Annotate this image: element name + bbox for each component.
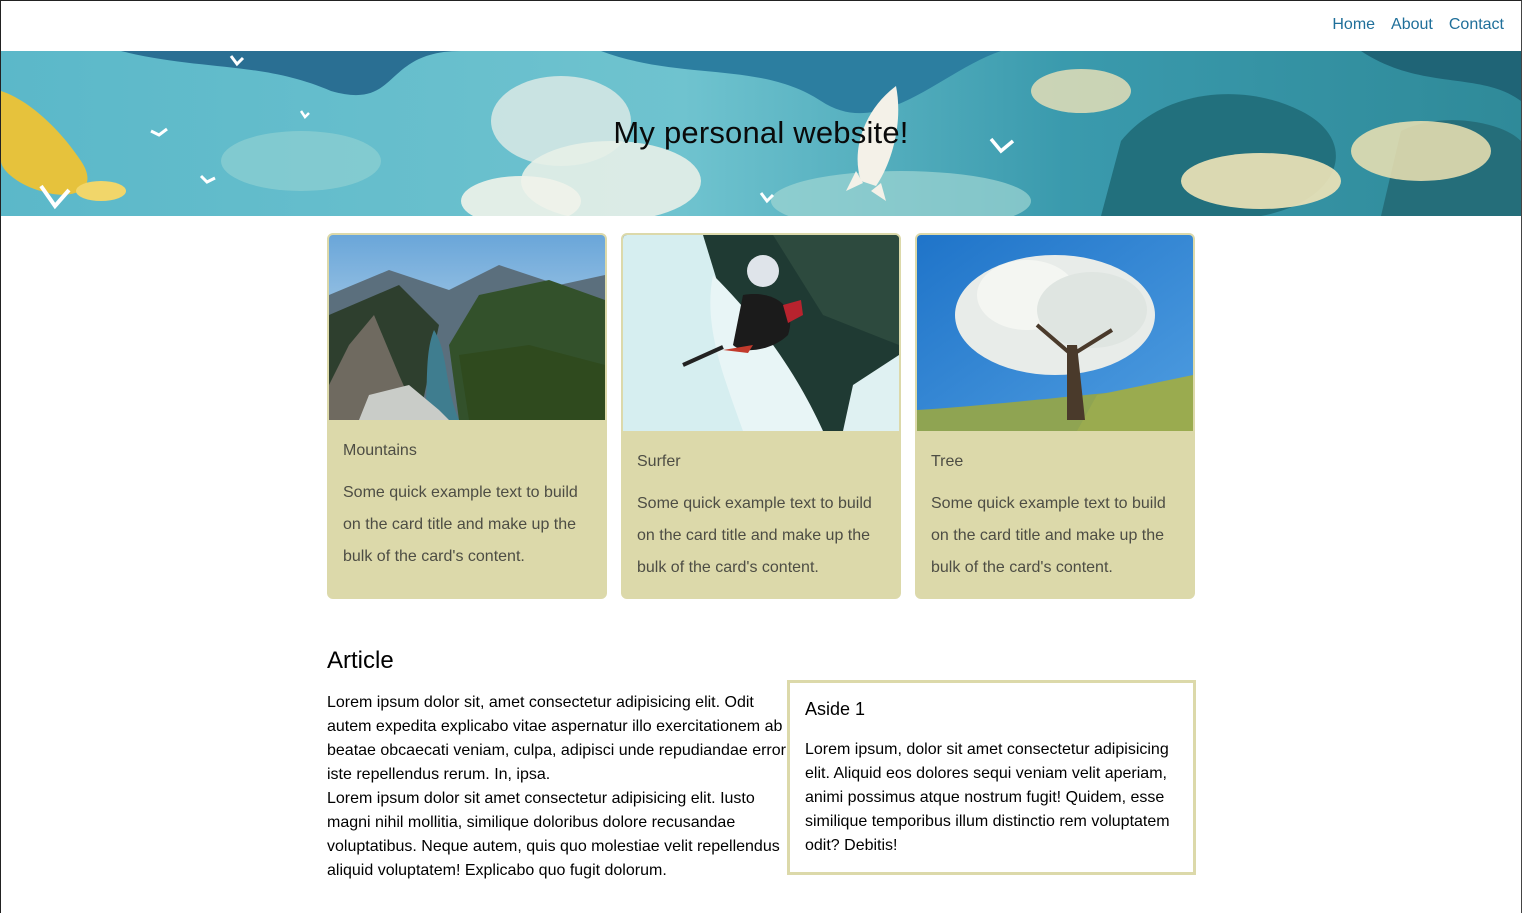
card-tree: Tree Some quick example text to build on… [915,233,1195,599]
card-title: Mountains [343,442,417,459]
article-paragraph: Lorem ipsum dolor sit, amet consectetur … [327,694,786,783]
nav-list: Home About Contact [1332,16,1504,34]
aside-title: Aside 1 [805,699,866,719]
card-text: Some quick example text to build on the … [637,495,872,576]
article-heading: Article [327,647,394,674]
card-image-surfer [623,235,899,431]
top-nav: Home About Contact [1,1,1521,51]
hero-title: My personal website! [613,115,909,150]
nav-link-home[interactable]: Home [1332,16,1375,33]
card-grid: Mountains Some quick example text to bui… [327,233,1197,599]
aside-box: Aside 1 Lorem ipsum, dolor sit amet cons… [787,680,1196,875]
aside-text: Lorem ipsum, dolor sit amet consectetur … [805,741,1170,854]
nav-link-contact[interactable]: Contact [1449,16,1504,33]
article-body: Lorem ipsum dolor sit, amet consectetur … [327,691,787,883]
article-paragraph: Lorem ipsum dolor sit amet consectetur a… [327,790,780,879]
nav-link-about[interactable]: About [1391,16,1433,33]
card-title: Tree [931,453,964,470]
card-text: Some quick example text to build on the … [931,495,1166,576]
card-surfer: Surfer Some quick example text to build … [621,233,901,599]
card-image-tree [917,235,1193,431]
card-title: Surfer [637,453,681,470]
card-text: Some quick example text to build on the … [343,484,578,565]
hero-banner: My personal website! [1,51,1521,216]
card-mountains: Mountains Some quick example text to bui… [327,233,607,599]
card-image-mountains [329,235,605,420]
